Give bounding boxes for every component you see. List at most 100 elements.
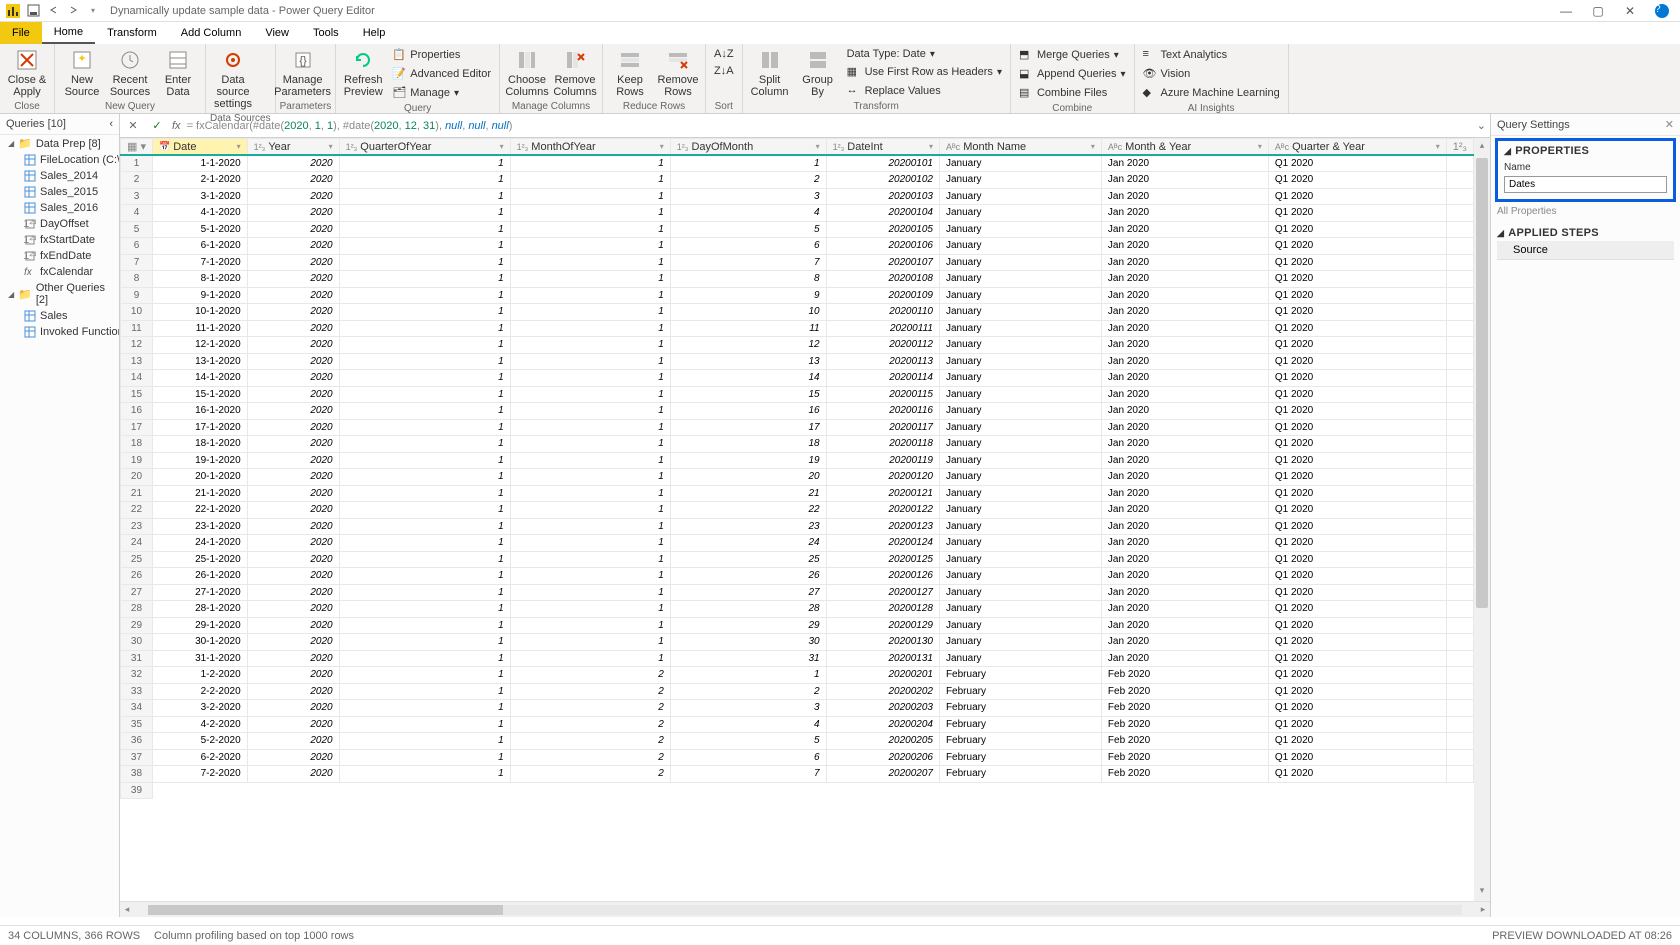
table-cell[interactable]: Jan 2020 [1101, 304, 1268, 321]
table-cell[interactable]: February [939, 700, 1101, 717]
table-cell[interactable]: January [939, 337, 1101, 354]
help-button[interactable]: ? [1648, 1, 1676, 21]
table-cell[interactable]: January [939, 271, 1101, 288]
table-cell[interactable]: 2020 [247, 386, 339, 403]
table-cell[interactable]: 20200108 [826, 271, 939, 288]
column-header[interactable]: 1²₃DayOfMonth▾ [670, 139, 826, 156]
vertical-scrollbar[interactable]: ▴ ▾ [1474, 138, 1490, 901]
table-cell[interactable]: 6 [670, 749, 826, 766]
table-cell[interactable]: Q1 2020 [1268, 452, 1446, 469]
table-cell[interactable]: 9 [670, 287, 826, 304]
table-cell[interactable]: Q1 2020 [1268, 634, 1446, 651]
scroll-down-icon[interactable]: ▾ [1474, 885, 1490, 899]
row-number[interactable]: 18 [121, 436, 153, 453]
table-cell[interactable]: 2 [670, 683, 826, 700]
table-cell[interactable]: 1 [510, 320, 670, 337]
table-cell[interactable]: 20200205 [826, 733, 939, 750]
table-cell[interactable]: January [939, 304, 1101, 321]
table-cell[interactable]: 18 [670, 436, 826, 453]
table-cell[interactable]: Jan 2020 [1101, 551, 1268, 568]
table-cell[interactable]: Jan 2020 [1101, 634, 1268, 651]
table-cell[interactable]: Q1 2020 [1268, 155, 1446, 172]
minimize-button[interactable]: — [1552, 1, 1580, 21]
table-cell[interactable]: 27-1-2020 [152, 584, 247, 601]
table-cell[interactable]: 21-1-2020 [152, 485, 247, 502]
row-number[interactable]: 19 [121, 452, 153, 469]
table-cell[interactable]: 1 [510, 155, 670, 172]
new-source-button[interactable]: ✦New Source [59, 46, 105, 100]
table-row[interactable]: 11-1-2020202011120200101JanuaryJan 2020Q… [121, 155, 1474, 172]
table-cell[interactable]: 25-1-2020 [152, 551, 247, 568]
row-number[interactable]: 24 [121, 535, 153, 552]
table-cell[interactable]: 2020 [247, 535, 339, 552]
table-cell[interactable]: 20200130 [826, 634, 939, 651]
table-cell[interactable]: 18-1-2020 [152, 436, 247, 453]
manage-parameters-button[interactable]: {}Manage Parameters [280, 46, 326, 100]
table-cell[interactable]: 1 [510, 436, 670, 453]
table-cell[interactable]: 1 [339, 221, 510, 238]
query-group[interactable]: ◢📁Data Prep [8] [0, 135, 119, 152]
table-cell[interactable]: 1 [510, 419, 670, 436]
table-cell[interactable]: 1 [670, 155, 826, 172]
row-number[interactable]: 22 [121, 502, 153, 519]
replace-values-button[interactable]: ↔Replace Values [843, 82, 1006, 100]
table-row[interactable]: 1515-1-20202020111520200115JanuaryJan 20… [121, 386, 1474, 403]
table-cell[interactable]: 1 [339, 304, 510, 321]
column-header[interactable]: AᴮcMonth Name▾ [939, 139, 1101, 156]
table-cell[interactable]: 1 [339, 667, 510, 684]
table-cell[interactable]: 2-2-2020 [152, 683, 247, 700]
table-cell[interactable]: Q1 2020 [1268, 172, 1446, 189]
table-cell[interactable]: 8-1-2020 [152, 271, 247, 288]
table-cell[interactable]: 1 [339, 617, 510, 634]
table-cell[interactable]: 2020 [247, 238, 339, 255]
query-item[interactable]: 1²³DayOffset [0, 216, 119, 232]
fx-icon[interactable]: fx [172, 120, 181, 132]
table-cell[interactable]: 1 [339, 386, 510, 403]
undo-icon[interactable] [44, 2, 62, 20]
table-cell[interactable]: 5 [670, 733, 826, 750]
vscroll-thumb[interactable] [1476, 158, 1488, 608]
table-cell[interactable]: 13 [670, 353, 826, 370]
table-cell[interactable]: January [939, 403, 1101, 420]
query-name-input[interactable] [1504, 176, 1667, 193]
table-cell[interactable]: 19 [670, 452, 826, 469]
table-cell[interactable]: 1 [339, 535, 510, 552]
table-cell[interactable]: 20200101 [826, 155, 939, 172]
table-cell[interactable]: 30-1-2020 [152, 634, 247, 651]
properties-button[interactable]: 📋Properties [388, 46, 495, 64]
row-number[interactable]: 33 [121, 683, 153, 700]
query-item[interactable]: Invoked Function [0, 324, 119, 340]
row-number[interactable]: 8 [121, 271, 153, 288]
recent-sources-button[interactable]: Recent Sources [107, 46, 153, 100]
row-number[interactable]: 26 [121, 568, 153, 585]
row-number[interactable]: 23 [121, 518, 153, 535]
table-cell[interactable]: 30 [670, 634, 826, 651]
table-row[interactable]: 2424-1-20202020112420200124JanuaryJan 20… [121, 535, 1474, 552]
data-type-button[interactable]: Data Type: Date ▾ [843, 46, 1006, 62]
table-cell[interactable]: Q1 2020 [1268, 535, 1446, 552]
table-cell[interactable]: Jan 2020 [1101, 452, 1268, 469]
table-cell[interactable]: Q1 2020 [1268, 205, 1446, 222]
table-cell[interactable]: 1 [510, 551, 670, 568]
table-row[interactable]: 2020-1-20202020112020200120JanuaryJan 20… [121, 469, 1474, 486]
table-cell[interactable]: 25 [670, 551, 826, 568]
table-cell[interactable]: 1 [510, 221, 670, 238]
append-queries-button[interactable]: ⬓Append Queries ▾ [1015, 65, 1130, 83]
table-cell[interactable]: 20200126 [826, 568, 939, 585]
column-dropdown-icon[interactable]: ▾ [1258, 142, 1262, 151]
table-cell[interactable]: January [939, 254, 1101, 271]
table-cell[interactable]: 20200106 [826, 238, 939, 255]
table-cell[interactable]: 20 [670, 469, 826, 486]
table-cell[interactable]: 1 [510, 238, 670, 255]
table-cell[interactable]: 2020 [247, 634, 339, 651]
table-cell[interactable]: January [939, 238, 1101, 255]
table-cell[interactable]: 20200104 [826, 205, 939, 222]
table-cell[interactable]: 1 [339, 287, 510, 304]
table-cell[interactable]: 20200120 [826, 469, 939, 486]
table-row[interactable]: 321-2-2020202012120200201FebruaryFeb 202… [121, 667, 1474, 684]
table-cell[interactable]: 16-1-2020 [152, 403, 247, 420]
table-cell[interactable]: 10-1-2020 [152, 304, 247, 321]
table-cell[interactable]: 1 [339, 650, 510, 667]
table-row[interactable]: 1111-1-20202020111120200111JanuaryJan 20… [121, 320, 1474, 337]
table-cell[interactable]: 2020 [247, 650, 339, 667]
